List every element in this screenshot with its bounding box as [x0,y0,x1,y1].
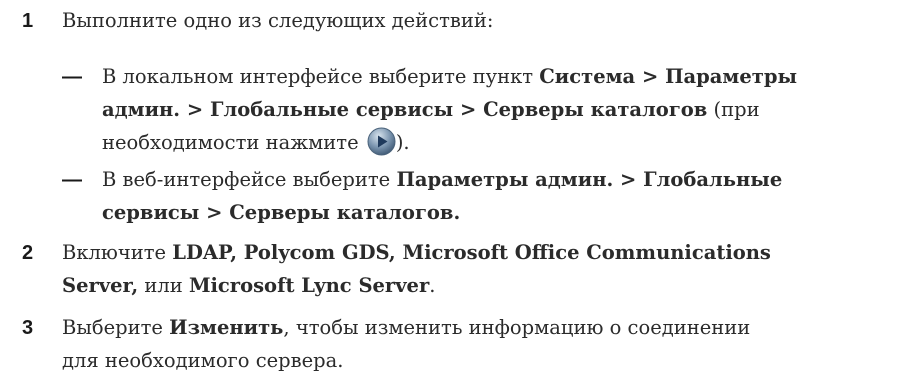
step-text: Выберите Изменить, чтобы изменить информ… [62,316,751,372]
step-text: Включите LDAP, Polycom GDS, Microsoft Of… [62,241,771,297]
bullet-dash: — [62,66,82,88]
step-number: 2 [22,242,34,264]
step-number: 1 [22,10,34,32]
step-number: 3 [22,317,34,339]
document-page: 1 Выполните одно из следующих действий: … [0,0,920,385]
menu-path: сервисы > Серверы каталогов. [102,201,461,224]
menu-path: Система > Параметры [539,65,798,88]
bullet-text: В веб-интерфейсе выберите Параметры адми… [102,168,783,224]
menu-path: Параметры админ. > Глобальные [396,168,783,191]
menu-path: админ. > Глобальные сервисы > Серверы ка… [102,98,708,121]
step-text: Выполните одно из следующих действий: [62,9,494,32]
bullet-dash: — [62,169,82,191]
play-icon [367,127,396,156]
bullet-text: В локальном интерфейсе выберите пункт Си… [102,65,798,156]
